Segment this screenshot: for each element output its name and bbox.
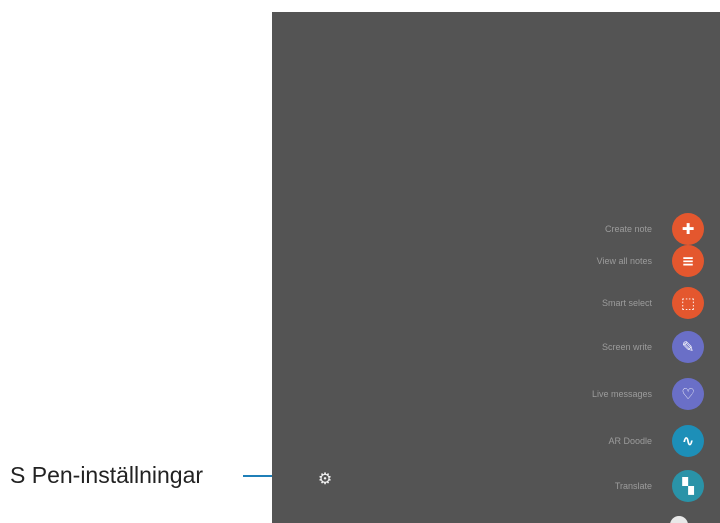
menu-item-label: AR Doodle [608,436,652,446]
air-command-item-ar-doodle[interactable]: AR Doodle ∿ [272,424,720,458]
screen-write-icon: ✎ [672,331,704,363]
menu-item-label: View all notes [596,256,652,266]
air-command-item-smart-select[interactable]: Smart select ⬚ [272,286,720,320]
air-command-item-screen-write[interactable]: Screen write ✎ [272,330,720,364]
heart-icon: ♡ [672,378,704,410]
device-screen: ⚙ Create note ✚ View all notes ≡ Smart s… [272,12,720,523]
air-command-item-view-all-notes[interactable]: View all notes ≡ [272,244,720,278]
menu-item-label: Live messages [591,389,652,399]
notes-list-icon: ≡ [672,245,704,277]
s-pen-settings-callout-label: S Pen-inställningar [10,462,204,488]
menu-item-label: Smart select [601,298,652,308]
menu-item-label: Translate [614,481,652,491]
air-command-item-create-note[interactable]: Create note ✚ [272,212,720,246]
note-plus-icon: ✚ [672,213,704,245]
menu-item-label: Screen write [601,342,652,352]
menu-item-label: Create note [604,224,652,234]
translate-icon: ▚ [672,470,704,502]
smart-select-icon: ⬚ [672,287,704,319]
air-command-item-translate[interactable]: Translate ▚ [272,469,720,503]
air-command-item-live-messages[interactable]: Live messages ♡ [272,377,720,411]
doodle-icon: ∿ [672,425,704,457]
partial-menu-icon[interactable] [670,516,688,523]
